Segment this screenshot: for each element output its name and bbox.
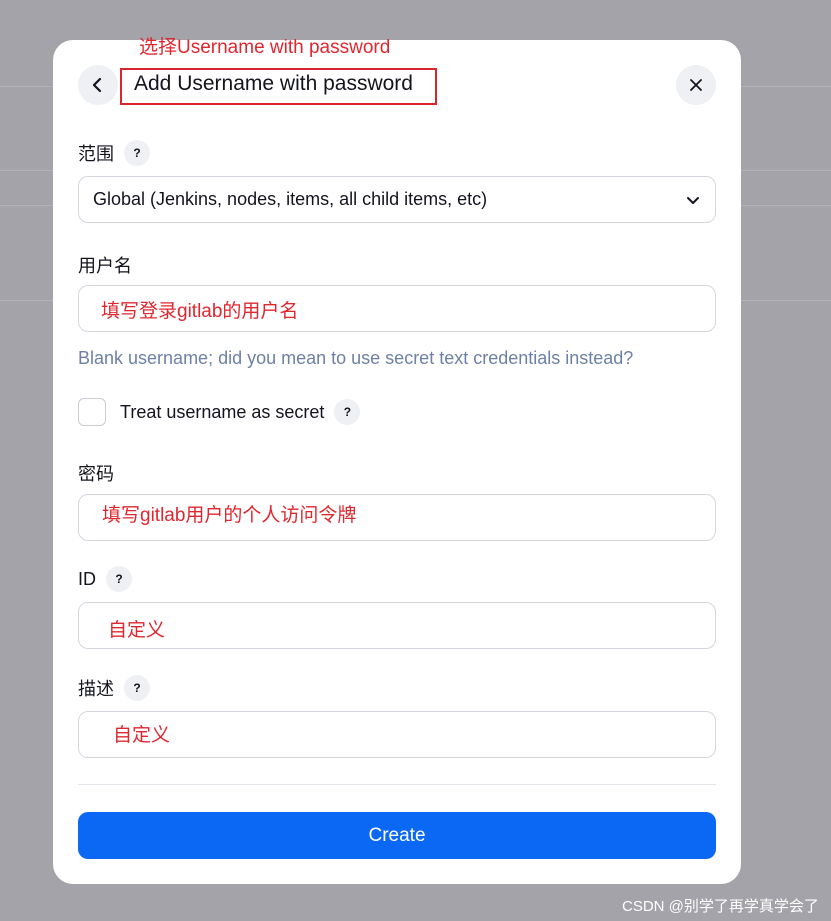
chevron-down-icon [687,197,699,204]
close-icon [690,79,702,91]
close-button[interactable] [676,65,716,105]
treat-secret-checkbox[interactable] [78,398,106,426]
description-label: 描述 ? [78,675,150,701]
scope-selected-value: Global (Jenkins, nodes, items, all child… [93,189,488,209]
scope-label: 范围 ? [78,140,150,166]
id-input[interactable] [78,602,716,649]
id-help-icon[interactable]: ? [106,566,132,592]
scope-select[interactable]: Global (Jenkins, nodes, items, all child… [78,176,716,223]
annotation-title-note: 选择Username with password [139,37,391,58]
scope-help-icon[interactable]: ? [124,140,150,166]
footer-divider [78,784,716,785]
description-label-text: 描述 [78,679,114,699]
create-button[interactable]: Create [78,812,716,859]
add-credentials-dialog: 选择Username with password Add Username wi… [53,37,741,884]
id-label-text: ID [78,568,96,589]
back-button[interactable] [78,65,118,105]
treat-secret-help-icon[interactable]: ? [334,399,361,425]
id-label: ID ? [78,566,132,592]
title-highlight-box [120,68,437,105]
id-annotation: 自定义 [108,620,166,641]
treat-secret-label[interactable]: Treat username as secret [120,402,324,423]
watermark: CSDN @别学了再学真学会了 [622,898,819,915]
password-annotation: 填写gitlab用户的个人访问令牌 [102,505,357,526]
scope-label-text: 范围 [78,144,114,164]
description-help-icon[interactable]: ? [124,675,150,701]
chevron-left-icon [92,77,102,93]
username-label: 用户名 [78,256,132,276]
password-label: 密码 [78,464,114,484]
treat-secret-row: Treat username as secret ? [78,398,361,426]
username-hint: Blank username; did you mean to use secr… [78,348,634,368]
username-annotation: 填写登录gitlab的用户名 [101,301,299,322]
description-annotation: 自定义 [113,725,171,746]
description-input[interactable] [78,711,716,758]
